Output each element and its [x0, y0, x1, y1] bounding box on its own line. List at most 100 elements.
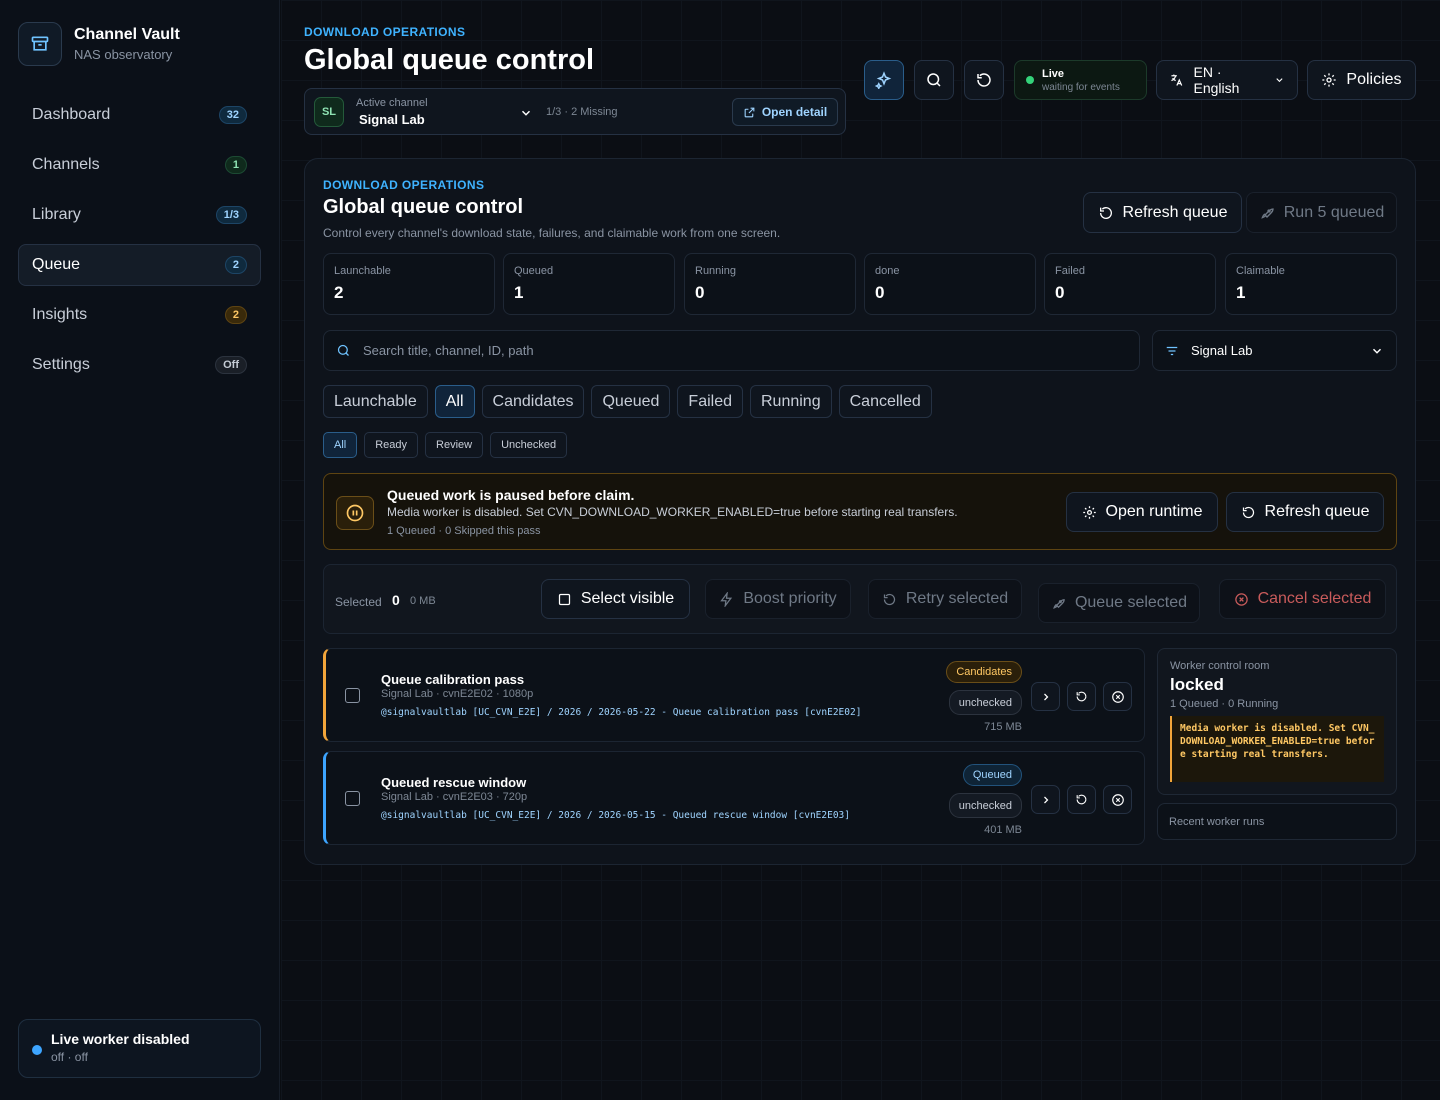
item-size: 401 MB	[984, 824, 1022, 836]
item-checkbox[interactable]	[345, 791, 360, 806]
panel-description: Control every channel's download state, …	[323, 226, 781, 240]
cancel-item-button[interactable]	[1103, 785, 1132, 814]
stat-value: 2	[334, 283, 344, 302]
x-circle-icon	[1111, 793, 1124, 806]
policies-label: Policies	[1346, 71, 1402, 88]
policies-button[interactable]: Policies	[1307, 60, 1416, 100]
select-visible-label: Select visible	[580, 590, 675, 607]
item-meta: Signal Lab · cvnE2E02 · 1080p	[381, 688, 534, 700]
live-worker-card[interactable]: Live worker disabled off · off	[18, 1019, 261, 1078]
live-subtitle: waiting for events	[1042, 82, 1120, 93]
item-path: @signalvaultlab [UC_CVN_E2E] / 2026 / 20…	[381, 810, 850, 821]
channel-switcher[interactable]: SL Active channel Signal Lab 1/3 · 2 Mis…	[304, 88, 846, 135]
item-size: 715 MB	[984, 721, 1022, 733]
sidebar-item-insights[interactable]: Insights 2	[18, 294, 261, 336]
boost-priority-label: Boost priority	[743, 590, 837, 607]
open-runtime-button[interactable]: Open runtime	[1066, 492, 1218, 532]
run-queued-button[interactable]: Run 5 queued	[1246, 192, 1397, 233]
checkbox-icon	[558, 593, 570, 605]
count-badge: 2	[224, 306, 247, 324]
select-visible-button[interactable]: Select visible	[541, 579, 690, 619]
worker-meta: 1 Queued · 0 Running	[1170, 698, 1279, 710]
queue-selected-label: Queue selected	[1074, 594, 1188, 611]
tab-cancelled[interactable]: Cancelled	[838, 385, 932, 418]
item-title: Queued rescue window	[381, 775, 527, 790]
alert-refresh-queue-button[interactable]: Refresh queue	[1226, 492, 1384, 532]
zap-icon	[720, 591, 733, 607]
search-button[interactable]	[914, 60, 954, 100]
check-badge: unchecked	[948, 690, 1022, 715]
search-input[interactable]	[363, 343, 1127, 358]
retry-item-button[interactable]	[1067, 785, 1096, 814]
queue-selected-button[interactable]: Queue selected	[1038, 583, 1200, 623]
tab-candidates[interactable]: Candidates	[481, 385, 585, 418]
rotate-ccw-icon	[1076, 794, 1087, 805]
cancel-item-button[interactable]	[1103, 682, 1132, 711]
sidebar-item-dashboard[interactable]: Dashboard 32	[18, 94, 261, 136]
open-runtime-label: Open runtime	[1105, 503, 1203, 520]
item-path: @signalvaultlab [UC_CVN_E2E] / 2026 / 20…	[381, 707, 862, 718]
brand[interactable]: Channel Vault NAS observatory	[18, 22, 180, 66]
status-tabs: Launchable All Candidates Queued Failed …	[323, 385, 932, 418]
retry-selected-button[interactable]: Retry selected	[868, 579, 1022, 619]
subtab-ready[interactable]: Ready	[364, 432, 419, 458]
expand-button[interactable]	[1031, 682, 1060, 711]
subtab-unchecked[interactable]: Unchecked	[490, 432, 568, 458]
selected-size: 0 MB	[410, 595, 436, 607]
alert-message: Media worker is disabled. Set CVN_DOWNLO…	[387, 505, 958, 519]
sidebar-item-label: Channels	[32, 156, 100, 173]
stat-value: 1	[514, 283, 524, 302]
boost-priority-button[interactable]: Boost priority	[705, 579, 851, 619]
item-meta: Signal Lab · cvnE2E03 · 720p	[381, 791, 528, 803]
count-badge: 1/3	[215, 206, 247, 224]
open-detail-button[interactable]: Open detail	[732, 98, 838, 126]
chevron-down-icon[interactable]	[519, 106, 533, 120]
stat-label: done	[875, 265, 900, 277]
chevron-right-icon	[1043, 693, 1048, 700]
subtab-all[interactable]: All	[323, 432, 358, 458]
sidebar-item-library[interactable]: Library 1/3	[18, 194, 261, 236]
rocket-icon	[1261, 207, 1274, 219]
subtab-review[interactable]: Review	[425, 432, 484, 458]
tab-failed[interactable]: Failed	[677, 385, 743, 418]
rocket-icon	[1053, 598, 1065, 609]
sparkles-button[interactable]	[864, 60, 904, 100]
sidebar-item-channels[interactable]: Channels 1	[18, 144, 261, 186]
reload-button[interactable]	[964, 60, 1004, 100]
status-dot	[1026, 76, 1034, 84]
queue-item[interactable]: Queued rescue window Signal Lab · cvnE2E…	[323, 751, 1145, 845]
chevron-right-icon	[1043, 796, 1048, 803]
queue-item[interactable]: Queue calibration pass Signal Lab · cvnE…	[323, 648, 1145, 742]
sidebar: Channel Vault NAS observatory Dashboard 3…	[0, 0, 280, 1100]
sidebar-item-settings[interactable]: Settings Off	[18, 344, 261, 386]
recent-worker-runs[interactable]: Recent worker runs	[1157, 803, 1397, 840]
refresh-queue-button[interactable]: Refresh queue	[1083, 192, 1242, 233]
stat-done: done 0	[864, 253, 1036, 315]
selected-count: 0	[392, 592, 400, 608]
expand-button[interactable]	[1031, 785, 1060, 814]
run-queued-label: Run 5 queued	[1283, 203, 1385, 221]
tab-all[interactable]: All	[434, 385, 475, 418]
tab-running[interactable]: Running	[750, 385, 832, 418]
retry-item-button[interactable]	[1067, 682, 1096, 711]
item-checkbox[interactable]	[345, 688, 360, 703]
gear-icon	[1082, 505, 1096, 519]
pause-icon	[336, 496, 374, 530]
tab-launchable[interactable]: Launchable	[323, 385, 428, 418]
channel-filter-select[interactable]: Signal Lab	[1152, 330, 1397, 371]
chevron-down-icon	[1372, 348, 1382, 354]
cancel-selected-button[interactable]: Cancel selected	[1219, 579, 1386, 619]
tab-queued[interactable]: Queued	[591, 385, 671, 418]
language-select[interactable]: EN · English	[1156, 60, 1298, 100]
filter-icon	[1166, 346, 1178, 355]
stat-failed: Failed 0	[1044, 253, 1216, 315]
alert-meta: 1 Queued · 0 Skipped this pass	[387, 525, 541, 537]
stat-label: Running	[695, 265, 736, 277]
panel-title: Global queue control	[323, 196, 524, 218]
sidebar-item-queue[interactable]: Queue 2	[18, 244, 261, 286]
item-title: Queue calibration pass	[381, 672, 525, 687]
queue-panel: DOWNLOAD OPERATIONS Global queue control…	[304, 158, 1416, 865]
x-circle-icon	[1234, 592, 1248, 606]
panel-eyebrow: DOWNLOAD OPERATIONS	[323, 178, 485, 192]
status-badge: Queued	[962, 764, 1022, 786]
